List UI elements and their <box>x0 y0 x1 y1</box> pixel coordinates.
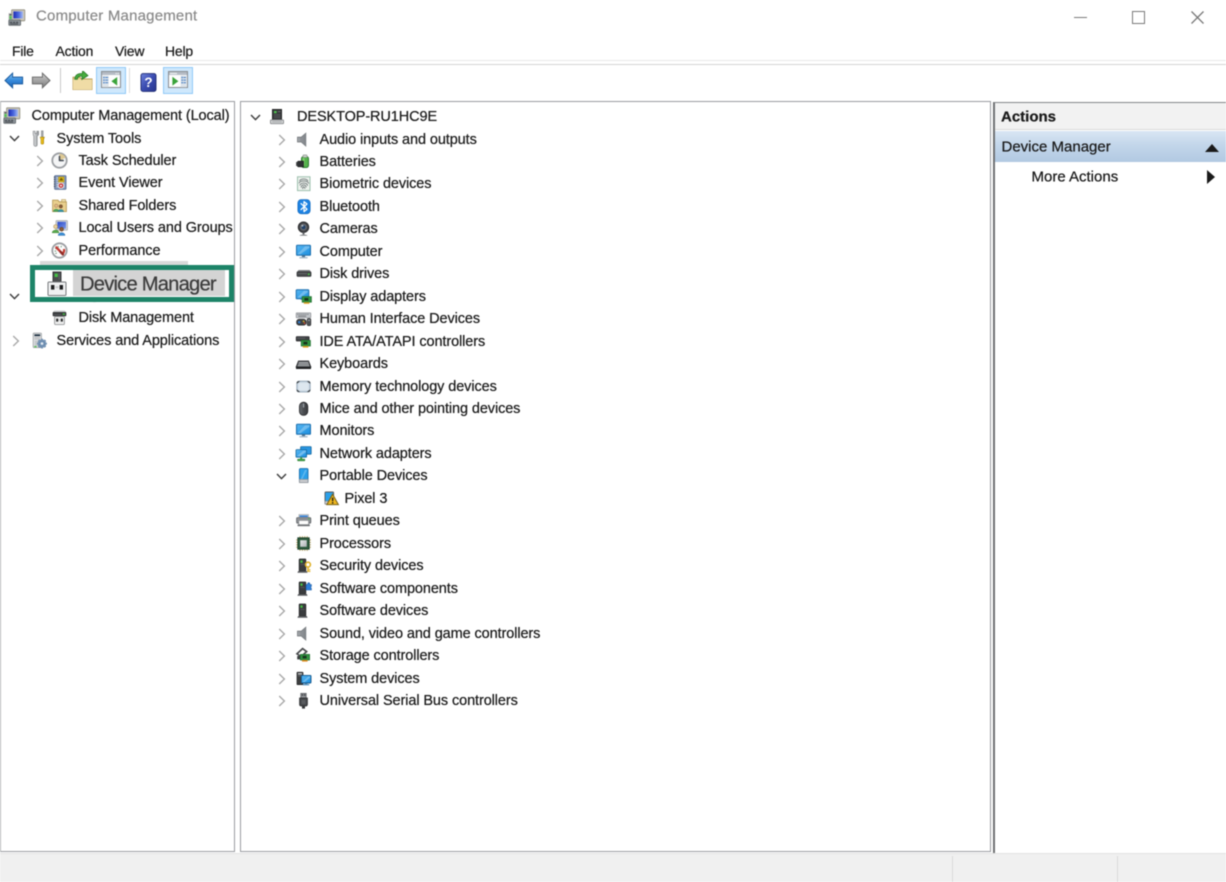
svg-text:?: ? <box>144 74 152 89</box>
